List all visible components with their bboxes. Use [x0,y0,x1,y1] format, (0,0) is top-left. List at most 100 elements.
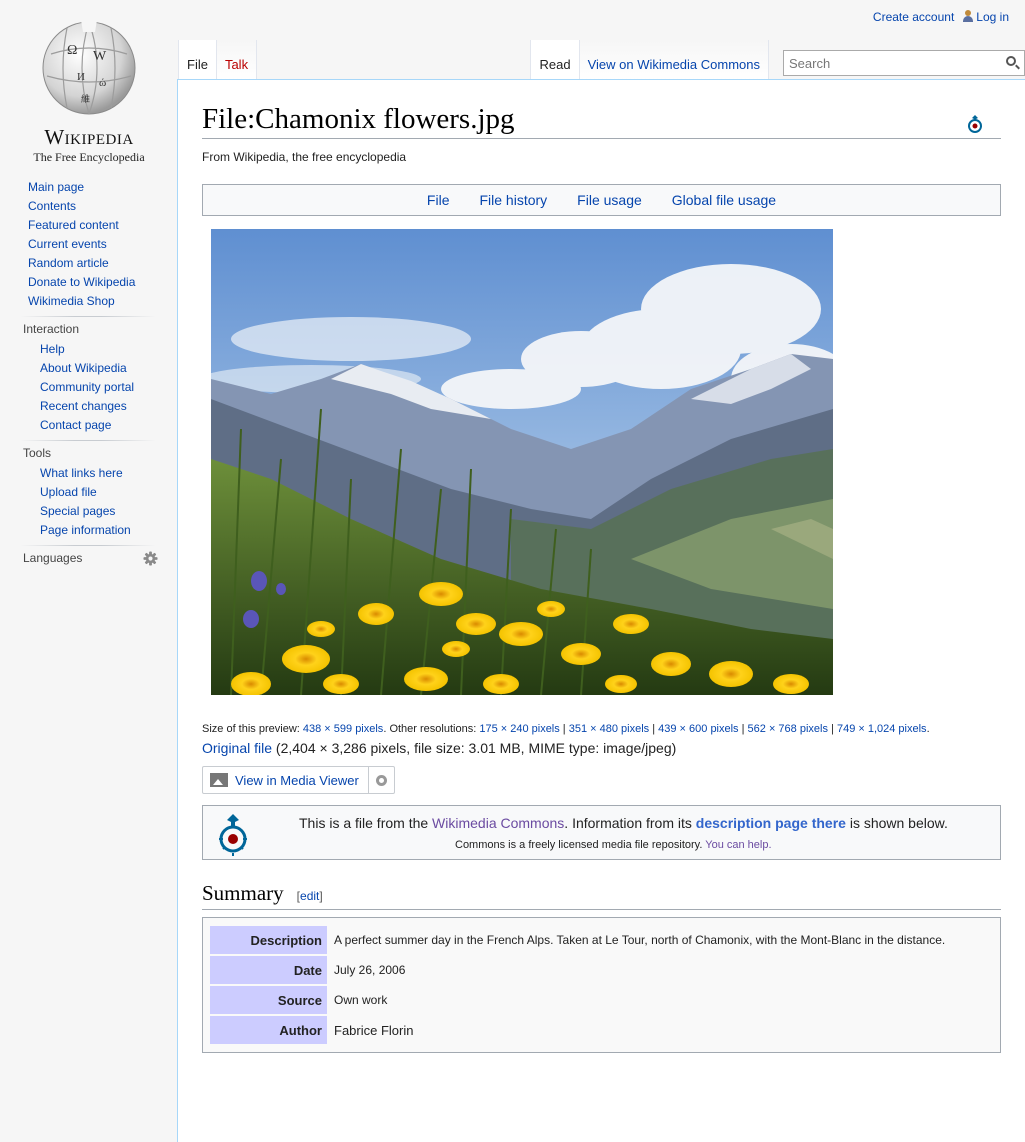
wikimedia-commons-link[interactable]: Wikimedia Commons [432,815,564,831]
gear-icon[interactable] [143,551,158,566]
nav-help[interactable]: Help [40,342,65,356]
svg-text:維: 維 [81,93,90,104]
sidebar-divider [20,545,156,546]
tools-portal: Tools What links here Upload file Specia… [0,445,176,540]
sidebar: Main page Contents Featured content Curr… [0,178,176,567]
search-box [783,50,1025,76]
source-label: Source [210,986,327,1014]
resolution-link[interactable]: 175 × 240 pixels [479,723,559,735]
svg-text:Ω: Ω [67,43,77,58]
personal-tools: Create account Log in [873,10,1009,24]
languages-heading: Languages [23,551,83,565]
description-value: A perfect summer day in the French Alps.… [334,933,946,947]
gear-icon [375,774,387,786]
summary-table: Description A perfect summer day in the … [210,924,945,1046]
toc-file-usage[interactable]: File usage [577,192,642,208]
summary-section-heading: Summary [edit] [202,881,1001,910]
nav-random-article[interactable]: Random article [28,256,109,270]
search-input[interactable] [787,52,987,74]
table-row: Source Own work [210,986,945,1014]
site-subtitle: From Wikipedia, the free encyclopedia [202,150,407,164]
svg-text:W: W [93,49,107,64]
file-toc: File File history File usage Global file… [202,184,1001,216]
nav-about-wikipedia[interactable]: About Wikipedia [40,361,127,375]
nav-featured-content[interactable]: Featured content [28,218,119,232]
original-file-details: (2,404 × 3,286 pixels, file size: 3.01 M… [275,740,677,756]
nav-contact-page[interactable]: Contact page [40,418,111,432]
view-in-media-viewer-label: View in Media Viewer [235,772,359,788]
resolution-link[interactable]: 351 × 480 pixels [569,723,649,735]
main-navigation: Main page Contents Featured content Curr… [0,178,176,311]
svg-text:ώ: ώ [99,77,106,89]
resolution-link[interactable]: 562 × 768 pixels [748,723,828,735]
resolution-link[interactable]: 749 × 1,024 pixels [837,723,927,735]
file-info-line: Size of this preview: 438 × 599 pixels. … [202,723,930,735]
commons-notice-line1: This is a file from the Wikimedia Common… [299,815,948,831]
date-value: July 26, 2006 [334,963,406,977]
nav-contents[interactable]: Contents [28,199,76,213]
nav-current-events[interactable]: Current events [28,237,107,251]
user-icon [962,10,974,22]
edit-link[interactable]: edit [300,889,319,903]
nav-page-information[interactable]: Page information [40,523,131,537]
tagline: The Free Encyclopedia [33,150,145,164]
nav-wikimedia-shop[interactable]: Wikimedia Shop [28,294,115,308]
nav-recent-changes[interactable]: Recent changes [40,399,127,413]
table-row: Author Fabrice Florin [210,1016,945,1044]
nav-donate[interactable]: Donate to Wikipedia [28,275,135,289]
toc-file-history[interactable]: File history [479,192,547,208]
original-file-line: Original file (2,404 × 3,286 pixels, fil… [202,740,1001,756]
commons-logo-icon [219,814,247,856]
resolution-link[interactable]: 439 × 600 pixels [658,723,738,735]
author-label: Author [210,1016,327,1044]
nav-special-pages[interactable]: Special pages [40,504,115,518]
author-value: Fabrice Florin [334,1022,414,1038]
sidebar-divider [20,440,156,441]
media-viewer-settings-button[interactable] [369,767,394,793]
summary-heading: Summary [202,881,284,905]
description-label: Description [210,926,327,954]
sidebar-divider [20,316,156,317]
table-row: Description A perfect summer day in the … [210,926,945,954]
source-value: Own work [334,993,388,1007]
nav-upload-file[interactable]: Upload file [40,485,97,499]
nav-community-portal[interactable]: Community portal [40,380,134,394]
commons-notice-line2: Commons is a freely licensed media file … [455,839,772,851]
page-title: File:Chamonix flowers.jpg [202,102,1001,139]
you-can-help-link[interactable]: You can help. [705,839,771,851]
commons-indicator-icon[interactable] [967,114,983,134]
commons-notice: This is a file from the Wikimedia Common… [202,805,1001,860]
edit-section: [edit] [296,889,323,903]
log-in-link[interactable]: Log in [976,10,1009,24]
interaction-heading: Interaction [23,322,80,336]
table-row: Date July 26, 2006 [210,956,945,984]
tab-talk[interactable]: Talk [216,40,258,80]
namespace-tabs: File Talk [178,40,258,80]
summary-box: Description A perfect summer day in the … [202,917,1001,1053]
date-label: Date [210,956,327,984]
preview-size-link[interactable]: 438 × 599 pixels [303,723,383,735]
languages-portal: Languages [0,550,176,567]
description-page-link[interactable]: description page there [696,815,846,831]
tools-heading: Tools [23,446,52,460]
tab-file[interactable]: File [178,40,217,80]
toc-global-file-usage[interactable]: Global file usage [672,192,776,208]
tab-view-on-commons[interactable]: View on Wikimedia Commons [579,40,769,80]
tab-read[interactable]: Read [530,40,580,80]
view-in-media-viewer-button[interactable]: View in Media Viewer [203,767,369,793]
wikipedia-logo[interactable]: Ω W И ώ 維 Wikipedia The Free Encyclopedi… [0,10,178,165]
preview-size-label: Size of this preview: [202,723,300,735]
nav-main-page[interactable]: Main page [28,180,84,194]
toc-file[interactable]: File [427,192,450,208]
puzzle-globe-icon: Ω W И ώ 維 [42,20,136,115]
search-icon[interactable] [1006,56,1016,66]
other-resolutions-label: Other resolutions: [389,723,477,735]
nav-what-links-here[interactable]: What links here [40,466,123,480]
create-account-link[interactable]: Create account [873,10,954,24]
wordmark: Wikipedia [44,125,134,149]
image-icon [210,773,228,787]
view-tabs: Read View on Wikimedia Commons [530,40,1025,80]
content-area: File:Chamonix flowers.jpg From Wikipedia… [177,79,1025,1142]
file-preview-image[interactable] [211,229,833,695]
original-file-link[interactable]: Original file [202,740,272,756]
